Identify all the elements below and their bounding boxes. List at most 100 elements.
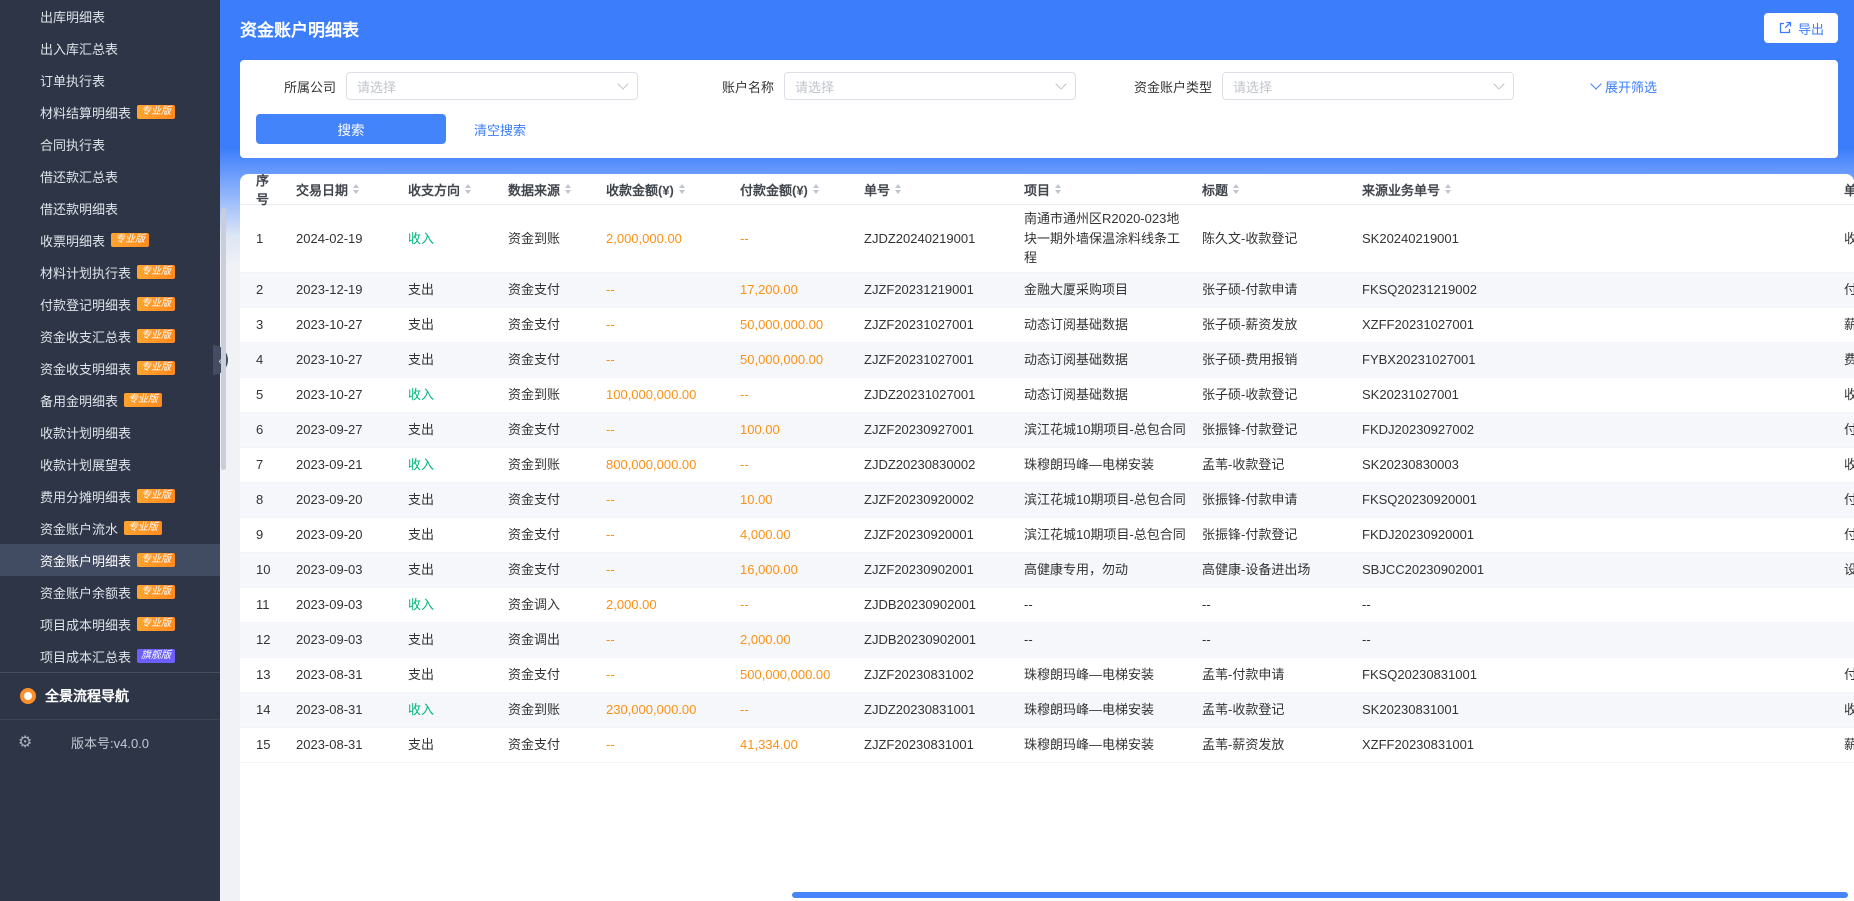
sidebar-item[interactable]: 收款计划明细表 xyxy=(0,416,220,448)
cell-date: 2023-09-27 xyxy=(292,413,404,447)
cell-doc-type xyxy=(1840,588,1854,622)
cell-amount-out: 10.00 xyxy=(736,483,860,517)
expand-filters-label: 展开筛选 xyxy=(1605,77,1657,96)
filter-account-name: 账户名称 请选择 xyxy=(694,72,1076,100)
cell-doc-no: ZJZF20230831001 xyxy=(860,728,1020,762)
company-select[interactable]: 请选择 xyxy=(346,72,638,100)
cell-title: -- xyxy=(1198,623,1358,657)
sidebar-item[interactable]: 项目成本汇总表旗舰版 xyxy=(0,640,220,672)
panorama-nav-item[interactable]: 全景流程导航 xyxy=(0,673,220,719)
sidebar-item-label: 资金收支汇总表 xyxy=(40,327,131,346)
table-row[interactable]: 152023-08-31支出资金支付--41,334.00ZJZF2023083… xyxy=(240,728,1854,763)
table-row[interactable]: 32023-10-27支出资金支付--50,000,000.00ZJZF2023… xyxy=(240,308,1854,343)
sidebar-item[interactable]: 出入库汇总表 xyxy=(0,32,220,64)
table-row[interactable]: 132023-08-31支出资金支付--500,000,000.00ZJZF20… xyxy=(240,658,1854,693)
edition-badge: 专业版 xyxy=(137,585,175,599)
cell-date: 2023-09-03 xyxy=(292,588,404,622)
sidebar-item[interactable]: 材料结算明细表专业版 xyxy=(0,96,220,128)
sidebar-item[interactable]: 借还款明细表 xyxy=(0,192,220,224)
sidebar-item[interactable]: 项目成本明细表专业版 xyxy=(0,608,220,640)
cell-doc-no: ZJZF20231027001 xyxy=(860,343,1020,377)
sidebar-item[interactable]: 收票明细表专业版 xyxy=(0,224,220,256)
column-header[interactable]: 来源业务单号 xyxy=(1358,174,1840,204)
cell-date: 2023-09-03 xyxy=(292,553,404,587)
sidebar-item[interactable]: 资金收支明细表专业版 xyxy=(0,352,220,384)
cell-no: 15 xyxy=(240,728,292,762)
edition-badge: 专业版 xyxy=(137,265,175,279)
cell-direction: 支出 xyxy=(404,728,504,762)
sidebar-scrollbar[interactable] xyxy=(221,208,226,470)
column-header: 单 xyxy=(1840,174,1854,204)
account-name-select[interactable]: 请选择 xyxy=(784,72,1076,100)
sidebar-item[interactable]: 出库明细表 xyxy=(0,0,220,32)
table-row[interactable]: 142023-08-31收入资金到账230,000,000.00--ZJDZ20… xyxy=(240,693,1854,728)
cell-title: 张子硕-收款登记 xyxy=(1198,378,1358,412)
table-row[interactable]: 42023-10-27支出资金支付--50,000,000.00ZJZF2023… xyxy=(240,343,1854,378)
cell-amount-out: -- xyxy=(736,693,860,727)
cell-source: 资金到账 xyxy=(504,448,602,482)
column-header[interactable]: 数据来源 xyxy=(504,174,602,204)
sidebar-item-label: 资金账户明细表 xyxy=(40,551,131,570)
search-button[interactable]: 搜索 xyxy=(256,114,446,144)
cell-direction: 支出 xyxy=(404,413,504,447)
panorama-label: 全景流程导航 xyxy=(45,686,129,706)
gear-icon[interactable]: ⚙ xyxy=(18,732,32,752)
table-row[interactable]: 122023-09-03支出资金调出--2,000.00ZJDB20230902… xyxy=(240,623,1854,658)
cell-no: 13 xyxy=(240,658,292,692)
sidebar-item[interactable]: 资金账户流水专业版 xyxy=(0,512,220,544)
cell-date: 2023-09-21 xyxy=(292,448,404,482)
cell-amount-out: 500,000,000.00 xyxy=(736,658,860,692)
table-row[interactable]: 82023-09-20支出资金支付--10.00ZJZF20230920002滨… xyxy=(240,483,1854,518)
column-header[interactable]: 单号 xyxy=(860,174,1020,204)
cell-amount-in: 2,000.00 xyxy=(602,588,736,622)
horizontal-scrollbar[interactable] xyxy=(792,892,1848,898)
cell-direction: 支出 xyxy=(404,658,504,692)
sidebar-item-label: 借还款明细表 xyxy=(40,199,118,218)
column-header[interactable]: 收支方向 xyxy=(404,174,504,204)
filter-company: 所属公司 请选择 xyxy=(256,72,638,100)
table-row[interactable]: 62023-09-27支出资金支付--100.00ZJZF20230927001… xyxy=(240,413,1854,448)
column-header[interactable]: 付款金额(¥) xyxy=(736,174,860,204)
sidebar-item[interactable]: 资金收支汇总表专业版 xyxy=(0,320,220,352)
sidebar-item[interactable]: 借还款汇总表 xyxy=(0,160,220,192)
table-row[interactable]: 92023-09-20支出资金支付--4,000.00ZJZF202309200… xyxy=(240,518,1854,553)
table-row[interactable]: 112023-09-03收入资金调入2,000.00--ZJDB20230902… xyxy=(240,588,1854,623)
sidebar-item-label: 收票明细表 xyxy=(40,231,105,250)
cell-title: 张子硕-费用报销 xyxy=(1198,343,1358,377)
sidebar-item[interactable]: 材料计划执行表专业版 xyxy=(0,256,220,288)
sidebar-item[interactable]: 合同执行表 xyxy=(0,128,220,160)
cell-title: -- xyxy=(1198,588,1358,622)
export-button-label: 导出 xyxy=(1798,19,1824,38)
sidebar-item-label: 收款计划展望表 xyxy=(40,455,131,474)
column-header[interactable]: 收款金额(¥) xyxy=(602,174,736,204)
sidebar-item[interactable]: 资金账户余额表专业版 xyxy=(0,576,220,608)
sort-icon xyxy=(1445,184,1451,194)
table-row[interactable]: 22023-12-19支出资金支付--17,200.00ZJZF20231219… xyxy=(240,273,1854,308)
sidebar-item[interactable]: 收款计划展望表 xyxy=(0,448,220,480)
cell-source-no: SK20240219001 xyxy=(1358,205,1840,272)
sidebar-item[interactable]: 订单执行表 xyxy=(0,64,220,96)
sidebar-item[interactable]: 资金账户明细表专业版 xyxy=(0,544,220,576)
cell-doc-type: 收 xyxy=(1840,448,1854,482)
cell-direction: 支出 xyxy=(404,623,504,657)
export-button[interactable]: 导出 xyxy=(1764,13,1838,43)
cell-source: 资金支付 xyxy=(504,658,602,692)
column-header[interactable]: 项目 xyxy=(1020,174,1198,204)
sidebar-item[interactable]: 付款登记明细表专业版 xyxy=(0,288,220,320)
sidebar-item[interactable]: 费用分摊明细表专业版 xyxy=(0,480,220,512)
column-header[interactable]: 交易日期 xyxy=(292,174,404,204)
table-row[interactable]: 102023-09-03支出资金支付--16,000.00ZJZF2023090… xyxy=(240,553,1854,588)
cell-title: 张振锋-付款登记 xyxy=(1198,413,1358,447)
filter-panel: 所属公司 请选择 账户名称 请选择 资金账户类型 请选择 xyxy=(240,60,1838,158)
cell-doc-type: 付 xyxy=(1840,518,1854,552)
cell-no: 14 xyxy=(240,693,292,727)
sidebar-item[interactable]: 备用金明细表专业版 xyxy=(0,384,220,416)
account-type-select[interactable]: 请选择 xyxy=(1222,72,1514,100)
cell-source: 资金支付 xyxy=(504,518,602,552)
expand-filters-link[interactable]: 展开筛选 xyxy=(1592,77,1657,96)
clear-search-link[interactable]: 清空搜索 xyxy=(474,120,526,139)
table-row[interactable]: 12024-02-19收入资金到账2,000,000.00--ZJDZ20240… xyxy=(240,205,1854,273)
table-row[interactable]: 52023-10-27收入资金到账100,000,000.00--ZJDZ202… xyxy=(240,378,1854,413)
column-header[interactable]: 标题 xyxy=(1198,174,1358,204)
table-row[interactable]: 72023-09-21收入资金到账800,000,000.00--ZJDZ202… xyxy=(240,448,1854,483)
